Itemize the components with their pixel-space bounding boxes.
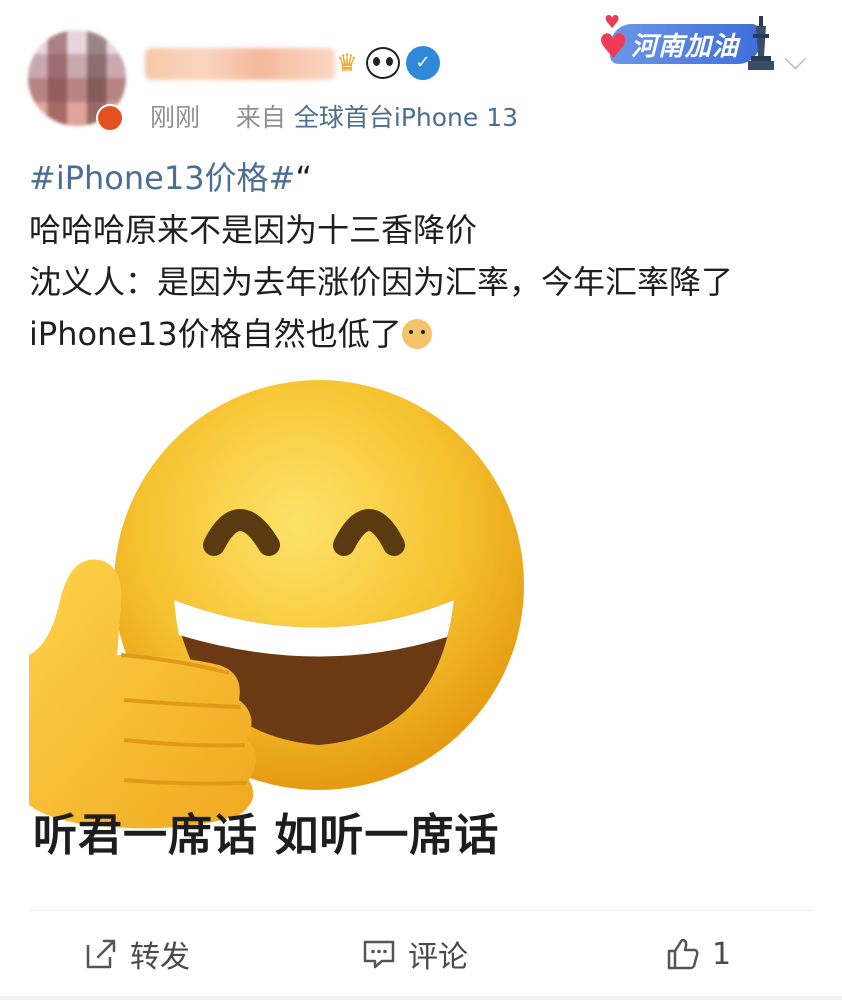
repost-label: 转发 [130,940,190,975]
grinning-thumbs-up-emoji-icon [29,380,524,829]
post-source-link[interactable]: 全球首台iPhone 13 [294,103,518,132]
verified-badge-icon[interactable]: ✓ [406,46,440,80]
avatar-badge-icon [96,104,124,132]
post-image[interactable]: 听君一席话 如听一席话 [29,355,549,875]
username-blurred[interactable] [145,48,335,80]
doge-emoji-icon [401,319,432,349]
campaign-label: 河南加油 [610,24,760,64]
divider [29,910,812,911]
panda-badge-icon[interactable] [366,46,400,80]
post-time: 刚刚 [150,103,201,132]
post-meta: 刚刚 来自 全球首台iPhone 13 [150,98,518,134]
post-line-3: iPhone13价格自然也低了 [29,315,402,353]
quote-mark: “ [295,159,312,197]
post-content: #iPhone13价格#“ 哈哈哈原来不是因为十三香降价 沈义人：是因为去年涨价… [29,152,829,360]
heart-icon: ♥ [598,27,629,67]
like-count: 1 [712,936,732,972]
bottom-separator [0,996,842,1000]
image-caption: 听君一席话 如听一席话 [33,810,500,861]
comment-button[interactable]: 评论 [362,932,468,976]
post-line-1: 哈哈哈原来不是因为十三香降价 [29,211,478,249]
tower-icon [748,16,774,70]
comment-icon [363,940,395,969]
chevron-down-icon[interactable]: ⌵ [784,42,807,77]
hashtag-link[interactable]: #iPhone13价格# [29,159,295,197]
like-button[interactable]: 1 [666,932,731,976]
post-line-2: 沈义人：是因为去年涨价因为汇率，今年汇率降了 [29,263,734,301]
weibo-post-card: ♛ ✓ 刚刚 来自 全球首台iPhone 13 ♥ 河南加油 ♥ ⌵ #iPho… [0,0,842,1000]
repost-icon [86,939,116,969]
crown-badge-icon[interactable]: ♛ [330,46,364,80]
thumbs-up-icon [667,938,699,970]
campaign-badge[interactable]: ♥ 河南加油 ♥ [598,12,780,70]
repost-button[interactable]: 转发 [84,932,190,976]
post-from-label: 来自 [235,103,286,132]
comment-label: 评论 [408,940,468,975]
